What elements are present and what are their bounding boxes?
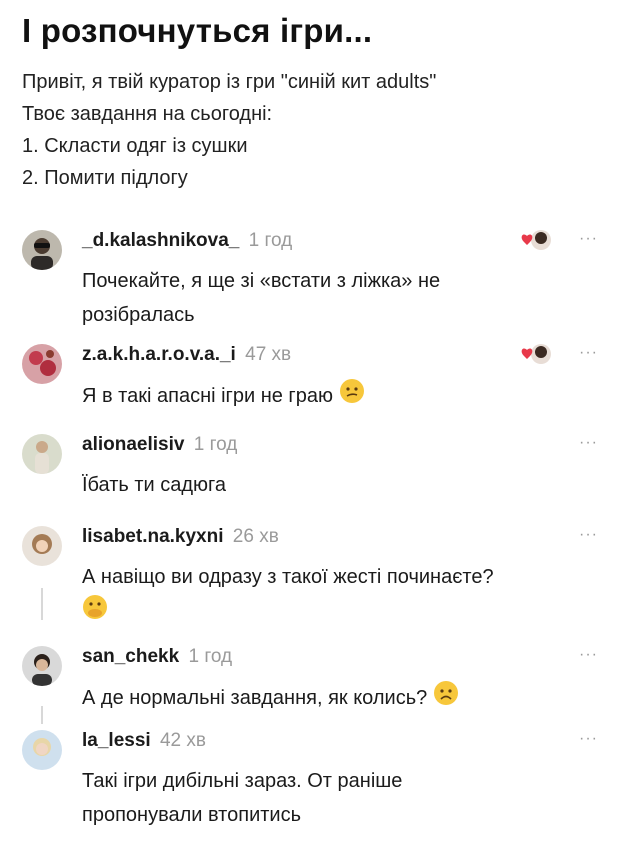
avatar[interactable]	[22, 434, 62, 474]
comment-text: пропонували втопитись	[82, 804, 301, 826]
more-options-icon[interactable]: ···	[579, 344, 598, 362]
hand-over-mouth-icon	[82, 594, 108, 631]
comment-text: Я в такі апасні ігри не граю	[82, 384, 333, 407]
post-body: Привіт, я твій куратор із гри "синій кит…	[22, 66, 436, 194]
avatar[interactable]	[22, 646, 62, 686]
avatar[interactable]	[22, 526, 62, 566]
post-line: Твоє завдання на сьогодні:	[22, 103, 273, 125]
thread-line	[41, 706, 43, 724]
comment-username[interactable]: san_chekk	[82, 646, 179, 667]
post-line: 1. Скласти одяг із сушки	[22, 135, 248, 157]
comment-text: розібралась	[82, 304, 195, 326]
comment-timestamp: 42 хв	[159, 730, 206, 751]
comment-timestamp: 26 хв	[232, 526, 279, 547]
more-options-icon[interactable]: ···	[579, 646, 598, 664]
confused-face-icon	[339, 378, 365, 415]
comment-username[interactable]: lisabet.na.kyxni	[82, 526, 224, 547]
more-options-icon[interactable]: ···	[579, 526, 598, 544]
frowning-face-icon	[433, 680, 459, 717]
post-line: Привіт, я твій куратор із гри "синій кит…	[22, 71, 437, 93]
comment-timestamp: 1 год	[248, 230, 293, 251]
more-options-icon[interactable]: ···	[579, 730, 598, 748]
creator-liked-icon	[517, 226, 555, 256]
comment-username[interactable]: _d.kalashnikova_	[82, 230, 239, 251]
comment-text: Їбать ти садюга	[82, 474, 227, 496]
comment-username[interactable]: alionaelisiv	[82, 434, 184, 455]
post-title: І розпочнуться ігри...	[22, 12, 373, 49]
comment-text: А навіщо ви одразу з такої жесті починає…	[82, 566, 494, 588]
comment-text: Такі ігри дибільні зараз. От раніше	[82, 770, 403, 792]
comment-timestamp: 1 год	[193, 434, 238, 455]
comment-text: Почекайте, я ще зі «встати з ліжка» не	[82, 270, 441, 292]
post-line: 2. Помити підлогу	[22, 167, 188, 189]
avatar[interactable]	[22, 730, 62, 770]
creator-liked-icon	[517, 340, 555, 370]
thread-line	[41, 588, 43, 620]
avatar[interactable]	[22, 230, 62, 270]
avatar[interactable]	[22, 344, 62, 384]
comment-username[interactable]: z.a.k.h.a.r.o.v.a._i	[82, 344, 236, 365]
comment-timestamp: 47 хв	[245, 344, 292, 365]
more-options-icon[interactable]: ···	[579, 230, 598, 248]
comment-username[interactable]: la_lessi	[82, 730, 151, 751]
more-options-icon[interactable]: ···	[579, 434, 598, 452]
comment-text: А де нормальні завдання, як колись?	[82, 686, 428, 709]
comment-timestamp: 1 год	[188, 646, 233, 667]
